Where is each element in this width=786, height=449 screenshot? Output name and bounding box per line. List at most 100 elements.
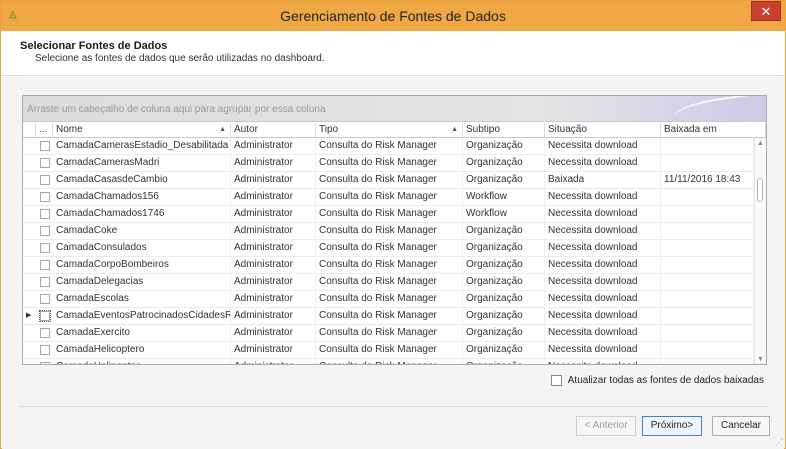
cell-subtipo: Organização bbox=[463, 172, 545, 188]
table-row[interactable]: CamadaEscolas Administrator Consulta do Ri… bbox=[23, 291, 754, 308]
cell-baixada bbox=[661, 308, 754, 324]
footer-divider bbox=[18, 406, 768, 407]
cell-subtipo: Organização bbox=[463, 257, 545, 273]
table-row[interactable]: CamadaCorpoBombeiros Administrator Consult… bbox=[23, 257, 754, 274]
column-header-situacao[interactable]: Situação bbox=[545, 123, 661, 138]
cell-nome: CamadaChamados1746 bbox=[53, 206, 231, 222]
row-select-checkbox[interactable] bbox=[40, 294, 50, 304]
scroll-down-icon[interactable]: ▼ bbox=[757, 356, 764, 363]
update-all-label: Atualizar todas as fontes de dados baixa… bbox=[567, 375, 764, 386]
cell-tipo: Consulta do Risk Manager bbox=[316, 155, 463, 171]
cell-situacao: Necessita download bbox=[545, 342, 661, 358]
back-button[interactable]: < Anterior bbox=[576, 416, 636, 436]
cell-autor: Administrator bbox=[231, 223, 316, 239]
row-select-checkbox[interactable] bbox=[40, 277, 50, 287]
row-select-checkbox[interactable] bbox=[40, 362, 50, 364]
row-select-checkbox[interactable] bbox=[40, 141, 50, 151]
table-row[interactable]: CamadaCamerasMadri Administrator Consulta … bbox=[23, 155, 754, 172]
cell-autor: Administrator bbox=[231, 138, 316, 154]
cell-tipo: Consulta do Risk Manager bbox=[316, 172, 463, 188]
row-select-checkbox[interactable] bbox=[40, 175, 50, 185]
cell-subtipo: Organização bbox=[463, 325, 545, 341]
cell-tipo: Consulta do Risk Manager bbox=[316, 342, 463, 358]
cell-baixada bbox=[661, 325, 754, 341]
column-header-baixada[interactable]: Baixada em bbox=[661, 123, 766, 138]
column-header-select[interactable]: ... bbox=[36, 123, 53, 138]
cell-baixada bbox=[661, 291, 754, 307]
cell-tipo: Consulta do Risk Manager bbox=[316, 206, 463, 222]
table-row[interactable]: CamadaConsulados Administrator Consulta do… bbox=[23, 240, 754, 257]
cancel-button[interactable]: Cancelar bbox=[712, 416, 770, 436]
table-row[interactable]: CamadaHelipontosAdministratorConsulta do… bbox=[23, 359, 754, 364]
cell-nome: CamadaChamados156 bbox=[53, 189, 231, 205]
cell-autor: Administrator bbox=[231, 291, 316, 307]
cell-tipo: Consulta do Risk Manager bbox=[316, 274, 463, 290]
resize-grip-icon[interactable]: ⋰ bbox=[775, 438, 783, 447]
group-by-panel[interactable]: Arraste um cabeçalho de coluna aqui para… bbox=[23, 96, 766, 125]
cell-situacao: Necessita download bbox=[545, 274, 661, 290]
row-select-checkbox[interactable] bbox=[40, 243, 50, 253]
vertical-scrollbar[interactable]: ▲ ▼ bbox=[754, 138, 766, 364]
dialog-window: ◬ Gerenciamento de Fontes de Dados ✕ Sel… bbox=[0, 0, 786, 449]
title-bar[interactable]: ◬ Gerenciamento de Fontes de Dados ✕ bbox=[1, 1, 785, 31]
table-row[interactable]: CamadaDelegacias Administrator Consulta do… bbox=[23, 274, 754, 291]
table-row[interactable]: ▶ CamadaEventosPatrocinadosCidadesReve...… bbox=[23, 308, 754, 325]
scroll-up-icon[interactable]: ▲ bbox=[757, 140, 764, 147]
table-row[interactable]: CamadaChamados1746 Administrator Consulta … bbox=[23, 206, 754, 223]
data-sources-grid: Arraste um cabeçalho de coluna aqui para… bbox=[22, 95, 767, 365]
cell-subtipo: Organização bbox=[463, 223, 545, 239]
cell-tipo: Consulta do Risk Manager bbox=[316, 240, 463, 256]
column-header-tipo[interactable]: Tipo ▲ bbox=[316, 123, 463, 138]
cell-subtipo: Organização bbox=[463, 342, 545, 358]
column-header-tipo-label: Tipo bbox=[319, 124, 339, 135]
table-row[interactable]: CamadaCoke Administrator Consulta do Risk … bbox=[23, 223, 754, 240]
row-select-checkbox[interactable] bbox=[39, 310, 51, 322]
cell-baixada bbox=[661, 240, 754, 256]
row-select-checkbox[interactable] bbox=[40, 345, 50, 355]
cell-situacao: Necessita download bbox=[545, 308, 661, 324]
cell-tipo: Consulta do Risk Manager bbox=[316, 359, 463, 364]
row-select-checkbox[interactable] bbox=[40, 328, 50, 338]
cell-tipo: Consulta do Risk Manager bbox=[316, 308, 463, 324]
cell-nome: CamadaHelicoptero bbox=[53, 342, 231, 358]
table-row[interactable]: CamadaCasasdeCambio Administrator Consulta… bbox=[23, 172, 754, 189]
column-header-nome[interactable]: Nome ▲ bbox=[53, 123, 231, 138]
cell-autor: Administrator bbox=[231, 359, 316, 364]
row-indicator-header bbox=[23, 123, 36, 138]
update-all-option[interactable]: Atualizar todas as fontes de dados baixa… bbox=[550, 374, 764, 388]
cell-situacao: Necessita download bbox=[545, 155, 661, 171]
next-button[interactable]: Próximo> bbox=[642, 416, 702, 436]
cell-nome: CamadaEscolas bbox=[53, 291, 231, 307]
decorative-swoosh bbox=[672, 96, 756, 125]
close-button[interactable]: ✕ bbox=[751, 1, 781, 21]
table-row[interactable]: CamadaExercito Administrator Consulta do R… bbox=[23, 325, 754, 342]
cell-nome: CamadaConsulados bbox=[53, 240, 231, 256]
table-row[interactable]: CamadaCamerasEstadio_Desabilitada Adminis… bbox=[23, 138, 754, 155]
cell-nome: CamadaCamerasEstadio_Desabilitada bbox=[53, 138, 231, 154]
row-select-checkbox[interactable] bbox=[40, 226, 50, 236]
row-select-checkbox[interactable] bbox=[40, 260, 50, 270]
cell-autor: Administrator bbox=[231, 325, 316, 341]
cell-tipo: Consulta do Risk Manager bbox=[316, 138, 463, 154]
cell-nome: CamadaHelipontos bbox=[53, 359, 231, 364]
column-header-subtipo[interactable]: Subtipo bbox=[463, 123, 545, 138]
column-header-autor[interactable]: Autor bbox=[231, 123, 316, 138]
table-row[interactable]: CamadaChamados156 Administrator Consulta d… bbox=[23, 189, 754, 206]
row-select-checkbox[interactable] bbox=[40, 192, 50, 202]
cell-baixada: 11/11/2016 18:43 bbox=[661, 172, 754, 188]
scroll-thumb[interactable] bbox=[757, 178, 763, 202]
cell-tipo: Consulta do Risk Manager bbox=[316, 189, 463, 205]
cell-situacao: Necessita download bbox=[545, 291, 661, 307]
row-select-checkbox[interactable] bbox=[40, 209, 50, 219]
update-all-checkbox[interactable] bbox=[550, 374, 562, 386]
cell-subtipo: Organização bbox=[463, 138, 545, 154]
cell-subtipo: Organização bbox=[463, 155, 545, 171]
cell-nome: CamadaCasasdeCambio bbox=[53, 172, 231, 188]
wizard-header: Selecionar Fontes de Dados Selecione as … bbox=[2, 31, 784, 76]
table-row[interactable]: CamadaHelicoptero Administrator Consulta d… bbox=[23, 342, 754, 359]
cell-subtipo: Organização bbox=[463, 291, 545, 307]
row-select-checkbox[interactable] bbox=[40, 158, 50, 168]
cell-situacao: Baixada bbox=[545, 172, 661, 188]
cell-baixada bbox=[661, 206, 754, 222]
cell-tipo: Consulta do Risk Manager bbox=[316, 257, 463, 273]
